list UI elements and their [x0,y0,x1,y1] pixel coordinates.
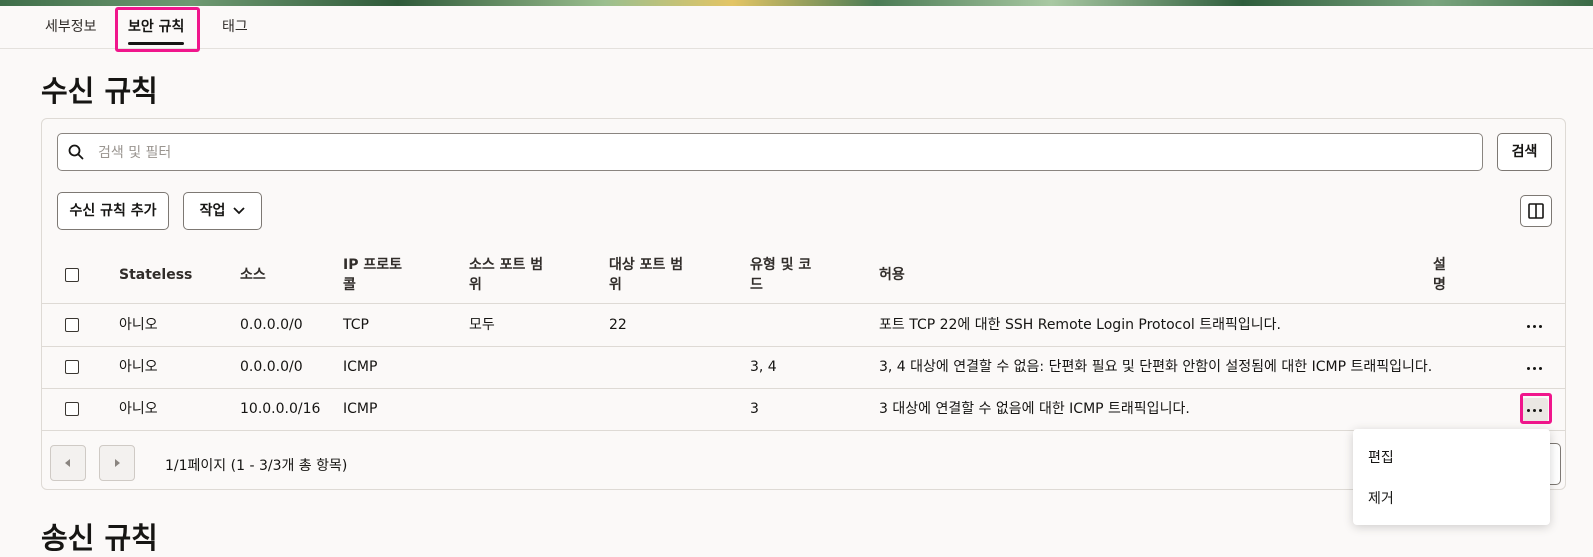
tab-details[interactable]: 세부정보 [45,6,97,48]
col-type-code: 유형 및 코 드 [750,255,811,295]
columns-icon [1528,203,1544,219]
col-destination-port-line1: 대상 포트 범 [609,257,684,273]
ingress-rules-title: 수신 규칙 [41,74,158,108]
more-icon [1539,409,1542,412]
cell-allows: 3 대상에 연결할 수 없음에 대한 ICMP 트래픽입니다. [879,401,1190,417]
tab-tags[interactable]: 태그 [222,6,248,48]
row-actions-button[interactable] [1522,314,1548,338]
more-icon [1539,325,1542,328]
tab-security-rules[interactable]: 보안 규칙 [128,6,185,48]
cell-stateless: 아니오 [119,401,158,417]
ingress-rules-panel: 검색 수신 규칙 추가 작업 Stateless 소스 IP 프로토 콜 소스 … [41,118,1566,490]
cell-allows: 포트 TCP 22에 대한 SSH Remote Login Protocol … [879,317,1281,333]
cell-source: 10.0.0.0/16 [240,401,321,417]
cell-stateless: 아니오 [119,317,158,333]
more-icon [1539,367,1542,370]
col-destination-port: 대상 포트 범 위 [609,255,683,295]
cell-protocol: TCP [343,317,369,333]
search-box [57,133,1483,172]
row-actions-button[interactable] [1522,398,1548,422]
actions-dropdown[interactable]: 작업 [183,192,262,230]
page-size-select[interactable] [1550,443,1561,485]
col-source-port-line2: 위 [469,277,482,293]
table-header: Stateless 소스 IP 프로토 콜 소스 포트 범 위 대상 포트 범 … [42,247,1565,304]
column-layout-button[interactable] [1520,195,1552,227]
row-actions-menu: 편집 제거 [1353,429,1550,525]
select-all-checkbox[interactable] [65,268,79,282]
col-description-line2: 명 [1433,277,1446,293]
col-protocol: IP 프로토 콜 [343,255,402,295]
cell-source-port: 모두 [469,317,495,333]
cell-allows: 3, 4 대상에 연결할 수 없음: 단편화 필요 및 단편화 안함이 설정됨에… [879,359,1433,375]
egress-rules-title: 송신 규칙 [41,521,158,555]
col-source-port: 소스 포트 범 위 [469,255,543,295]
cell-source: 0.0.0.0/0 [240,359,303,375]
more-icon [1533,325,1536,328]
col-description: 설 명 [1433,255,1446,295]
table-row: 아니오 0.0.0.0/0 TCP 모두 22 포트 TCP 22에 대한 SS… [42,304,1565,347]
previous-page-button[interactable] [50,445,86,481]
col-source: 소스 [240,267,266,283]
menu-item-edit[interactable]: 편집 [1368,447,1394,467]
cell-type-code: 3 [750,401,759,417]
chevron-right-icon [115,459,120,467]
col-type-code-line1: 유형 및 코 [750,257,812,273]
more-icon [1527,325,1530,328]
actions-label: 작업 [199,203,226,219]
cell-protocol: ICMP [343,401,378,417]
more-icon [1533,409,1536,412]
cell-destination-port: 22 [609,317,627,333]
col-stateless: Stateless [119,267,193,283]
chevron-down-icon [233,207,246,215]
table-row: 아니오 0.0.0.0/0 ICMP 3, 4 3, 4 대상에 연결할 수 없… [42,346,1565,389]
row-checkbox[interactable] [65,318,79,332]
cell-protocol: ICMP [343,359,378,375]
menu-item-remove[interactable]: 제거 [1368,488,1394,508]
row-checkbox[interactable] [65,402,79,416]
col-description-line1: 설 [1433,257,1446,273]
more-icon [1533,367,1536,370]
col-protocol-line2: 콜 [343,277,356,293]
search-input[interactable] [96,134,1470,172]
col-destination-port-line2: 위 [609,277,622,293]
pagination-status: 1/1페이지 (1 - 3/3개 총 항목) [165,458,348,474]
more-icon [1527,367,1530,370]
more-icon [1527,409,1530,412]
col-type-code-line2: 드 [750,277,763,293]
col-allows: 허용 [879,267,905,283]
tab-bar: 세부정보 보안 규칙 태그 [0,6,1593,49]
chevron-left-icon [65,459,70,467]
add-ingress-rule-button[interactable]: 수신 규칙 추가 [57,192,169,230]
table-row: 아니오 10.0.0.0/16 ICMP 3 3 대상에 연결할 수 없음에 대… [42,388,1565,431]
col-protocol-line1: IP 프로토 [343,257,402,273]
row-checkbox[interactable] [65,360,79,374]
search-button[interactable]: 검색 [1497,133,1552,171]
search-icon [68,144,84,160]
cell-stateless: 아니오 [119,359,158,375]
row-actions-button[interactable] [1522,356,1548,380]
cell-source: 0.0.0.0/0 [240,317,303,333]
cell-type-code: 3, 4 [750,359,777,375]
next-page-button[interactable] [99,445,135,481]
col-source-port-line1: 소스 포트 범 [469,257,544,273]
